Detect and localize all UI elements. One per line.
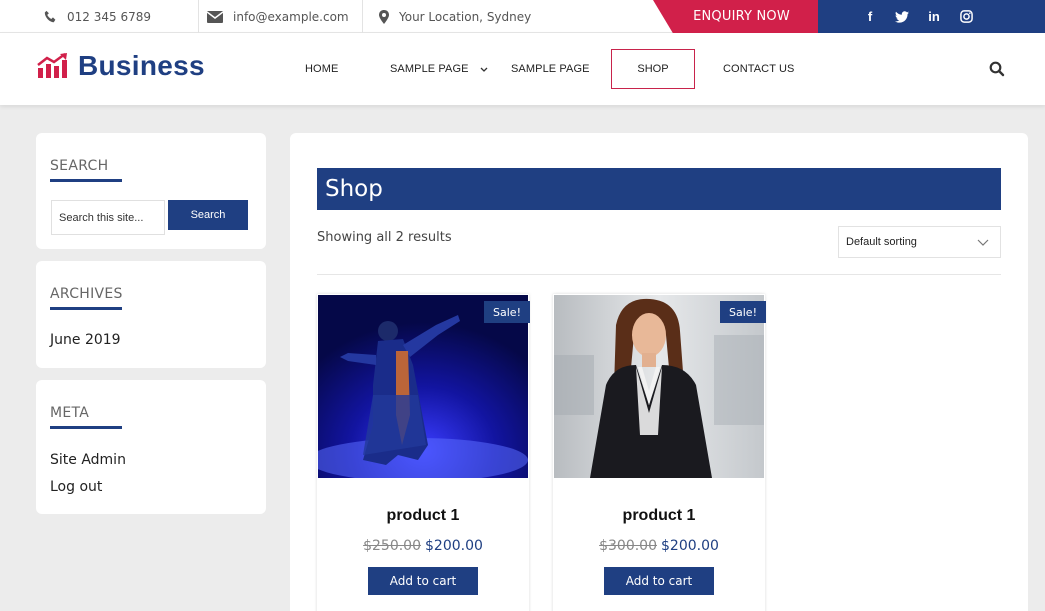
facebook-icon[interactable]: f: [862, 9, 878, 24]
location-text: Your Location, Sydney: [399, 9, 532, 24]
site-header: Business HOME SAMPLE PAGE SAMPLE PAGE SH…: [0, 33, 1045, 105]
add-to-cart-button[interactable]: Add to cart: [604, 567, 714, 595]
widget-title-archives: ARCHIVES: [50, 286, 123, 302]
social-links: f in: [780, 0, 1045, 33]
meta-widget: META Site Admin Log out: [36, 380, 266, 514]
sorting-select[interactable]: Default sorting: [838, 226, 1001, 258]
product-price: $300.00 $200.00: [553, 538, 765, 554]
logo-text: Business: [78, 50, 205, 81]
twitter-icon[interactable]: [894, 10, 910, 23]
meta-link-log-out[interactable]: Log out: [50, 479, 102, 495]
widget-title-search: SEARCH: [50, 158, 109, 174]
product-card: Sale! product 1 $300.00 $200.00 Add to ca…: [553, 294, 766, 611]
widget-title-underline: [50, 179, 122, 182]
top-bar: 012 345 6789 info@example.com Your Locat…: [0, 0, 1045, 33]
email-info: info@example.com: [207, 0, 349, 33]
nav-home[interactable]: HOME: [305, 33, 338, 105]
archive-link-june-2019[interactable]: June 2019: [50, 332, 121, 348]
nav-sample-page-dropdown[interactable]: SAMPLE PAGE: [390, 33, 489, 105]
sale-price: $200.00: [661, 538, 719, 554]
search-input[interactable]: Search this site...: [51, 200, 165, 235]
main-content: Shop Showing all 2 results Default sorti…: [290, 133, 1028, 611]
envelope-icon: [207, 10, 223, 23]
product-price: $250.00 $200.00: [317, 538, 529, 554]
enquiry-now-button[interactable]: ENQUIRY NOW: [653, 0, 818, 33]
map-pin-icon: [379, 9, 389, 24]
sale-badge: Sale!: [720, 301, 766, 323]
search-button[interactable]: Search: [168, 200, 248, 230]
phone-number: 012 345 6789: [67, 9, 151, 24]
search-widget: SEARCH Search this site... Search: [36, 133, 266, 249]
product-card: Sale! product 1 $250.00 $200.00 Add to ca…: [317, 294, 530, 611]
divider: [317, 274, 1001, 275]
result-count: Showing all 2 results: [317, 230, 452, 245]
sale-badge: Sale!: [484, 301, 530, 323]
location-info: Your Location, Sydney: [379, 0, 531, 33]
meta-link-site-admin[interactable]: Site Admin: [50, 452, 126, 468]
archives-widget: ARCHIVES June 2019: [36, 261, 266, 368]
instagram-icon[interactable]: [958, 10, 974, 23]
chevron-down-icon: [480, 67, 488, 72]
phone-info: 012 345 6789: [44, 0, 151, 33]
sale-price: $200.00: [425, 538, 483, 554]
search-icon[interactable]: [989, 61, 1005, 77]
original-price: $300.00: [599, 538, 657, 554]
nav-sample-page[interactable]: SAMPLE PAGE: [511, 33, 590, 105]
widget-title-underline: [50, 426, 122, 429]
sorting-value: Default sorting: [846, 236, 917, 248]
nav-contact-us[interactable]: CONTACT US: [723, 33, 795, 105]
site-logo[interactable]: Business: [37, 50, 205, 82]
nav-sample-page-label: SAMPLE PAGE: [390, 63, 469, 75]
linkedin-icon[interactable]: in: [926, 9, 942, 24]
original-price: $250.00: [363, 538, 421, 554]
widget-title-meta: META: [50, 405, 90, 421]
product-name[interactable]: product 1: [317, 507, 529, 525]
email-address[interactable]: info@example.com: [233, 10, 349, 24]
chevron-down-icon: [977, 239, 989, 246]
widget-title-underline: [50, 307, 122, 310]
add-to-cart-button[interactable]: Add to cart: [368, 567, 478, 595]
nav-shop[interactable]: SHOP: [611, 49, 695, 89]
phone-icon: [44, 10, 56, 23]
product-name[interactable]: product 1: [553, 507, 765, 525]
chart-logo-icon: [37, 53, 67, 78]
page-title: Shop: [317, 168, 1001, 210]
